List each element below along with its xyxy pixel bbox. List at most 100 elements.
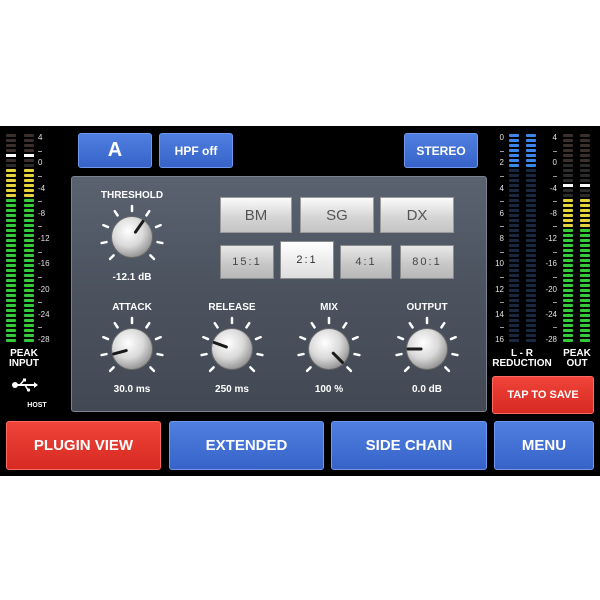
meter-segment	[580, 189, 590, 192]
ratio-80-1-button[interactable]: 80:1	[400, 245, 454, 279]
meter-segment	[509, 284, 519, 287]
knob-scale-tick	[202, 335, 210, 341]
meter-segment	[509, 154, 519, 157]
scale-tick	[500, 302, 504, 304]
meter-segment	[24, 224, 34, 227]
mode-sg-button[interactable]: SG	[300, 197, 374, 233]
meter-segment	[580, 294, 590, 297]
scale-label: 2	[499, 158, 504, 168]
peak-input-label: PEAK INPUT	[9, 348, 39, 369]
meter-segment	[563, 199, 573, 202]
ratio-15-1-button[interactable]: 15:1	[220, 245, 274, 279]
ratio-4-1-button[interactable]: 4:1	[340, 245, 392, 279]
meter-segment	[6, 159, 16, 162]
knob-scale-tick	[310, 321, 316, 329]
meter-segment	[526, 269, 536, 272]
ratio-2-1-button[interactable]: 2:1	[280, 241, 334, 279]
plugin-view-button[interactable]: PLUGIN VIEW	[6, 421, 161, 470]
attack-knob[interactable]	[98, 315, 166, 383]
meter-segment	[6, 259, 16, 262]
scale-label: -8	[38, 208, 46, 218]
knob-scale-tick	[100, 240, 108, 245]
meter-segment	[6, 289, 16, 292]
peak-hold-marker	[563, 184, 573, 187]
input-scale: 4 0 -4 -8 -12 -16 -20 -24 -28	[38, 134, 58, 344]
meter-segment	[6, 219, 16, 222]
meter-segment	[509, 159, 519, 162]
meter-segment	[6, 174, 16, 177]
mode-bm-button[interactable]: BM	[220, 197, 292, 233]
meter-segment	[526, 339, 536, 342]
meter-segment	[563, 309, 573, 312]
output-knob[interactable]	[393, 315, 461, 383]
meter-segment	[24, 334, 34, 337]
meter-segment	[580, 164, 590, 167]
meter-segment	[6, 164, 16, 167]
meter-segment	[24, 264, 34, 267]
meter-segment	[24, 319, 34, 322]
meter-segment	[563, 179, 573, 182]
meter-segment	[526, 144, 536, 147]
preset-a-button[interactable]: A	[78, 133, 152, 168]
meter-segment	[6, 269, 16, 272]
meter-segment	[580, 169, 590, 172]
meter-segment	[563, 294, 573, 297]
meter-segment	[580, 139, 590, 142]
release-knob[interactable]	[198, 315, 266, 383]
meter-segment	[509, 269, 519, 272]
meter-segment	[24, 299, 34, 302]
knob-scale-tick	[145, 321, 151, 329]
meter-segment	[24, 159, 34, 162]
knob-scale-tick	[200, 352, 208, 357]
knob-scale-tick	[440, 321, 446, 329]
meter-segment	[563, 229, 573, 232]
release-value: 250 ms	[215, 384, 249, 395]
reduction-meter-right	[526, 134, 536, 344]
meter-segment	[509, 134, 519, 137]
meter-segment	[526, 259, 536, 262]
threshold-value: -12.1 dB	[112, 272, 152, 283]
scale-label: -8	[549, 208, 557, 218]
meter-segment	[6, 294, 16, 297]
knob-scale-tick	[444, 366, 451, 373]
meter-segment	[526, 309, 536, 312]
threshold-knob[interactable]	[98, 203, 166, 271]
meter-segment	[526, 254, 536, 257]
knob-scale-tick	[395, 352, 403, 357]
meter-segment	[24, 314, 34, 317]
knob-scale-tick	[297, 352, 305, 357]
meter-segment	[563, 154, 573, 157]
scale-tick	[38, 327, 42, 329]
knob-body	[112, 329, 152, 369]
mode-dx-button[interactable]: DX	[380, 197, 454, 233]
scale-label: 4	[552, 133, 557, 142]
knob-scale-tick	[208, 366, 215, 373]
meter-segment	[580, 239, 590, 242]
stereo-button[interactable]: STEREO	[404, 133, 478, 168]
meter-segment	[526, 224, 536, 227]
meter-segment	[509, 309, 519, 312]
scale-label: 14	[495, 309, 504, 319]
meter-segment	[526, 249, 536, 252]
meter-segment	[563, 149, 573, 152]
menu-button[interactable]: MENU	[494, 421, 594, 470]
mix-label: MIX	[320, 302, 338, 313]
peak-out-label: PEAK OUT	[563, 348, 591, 369]
mix-knob[interactable]	[295, 315, 363, 383]
scale-tick	[500, 175, 504, 177]
knob-scale-tick	[403, 366, 410, 373]
side-chain-button[interactable]: SIDE CHAIN	[331, 421, 487, 470]
knob-scale-tick	[108, 366, 115, 373]
scale-label: -4	[549, 183, 557, 193]
meter-segment	[526, 214, 536, 217]
knob-scale-tick	[149, 366, 156, 373]
reduction-label: L - R REDUCTION	[492, 348, 552, 369]
meter-segment	[509, 209, 519, 212]
scale-tick	[553, 226, 557, 228]
hpf-button[interactable]: HPF off	[159, 133, 233, 168]
tap-to-save-button[interactable]: TAP TO SAVE	[492, 376, 594, 414]
extended-button[interactable]: EXTENDED	[169, 421, 324, 470]
meter-segment	[580, 254, 590, 257]
scale-label: -24	[38, 309, 50, 319]
meter-segment	[563, 189, 573, 192]
